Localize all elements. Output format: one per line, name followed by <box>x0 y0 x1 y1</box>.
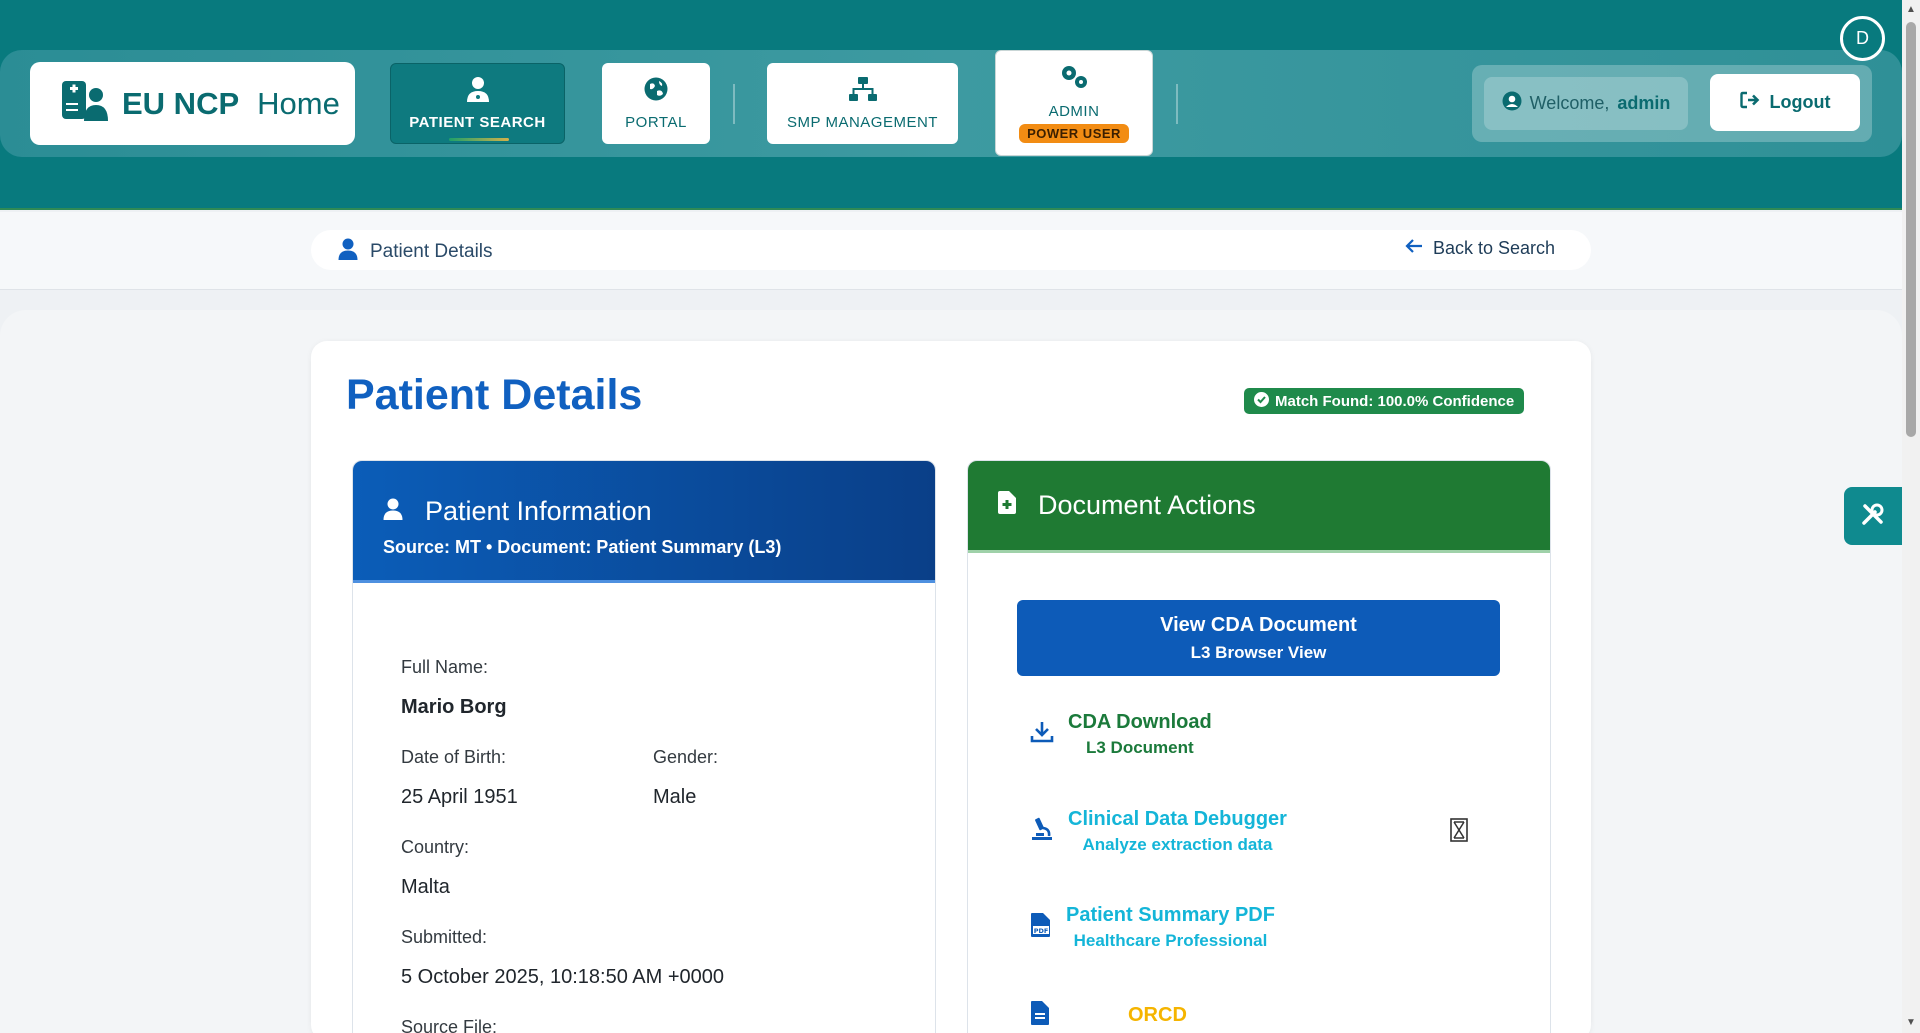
screwdriver-wrench-icon <box>1861 502 1885 531</box>
dob-value: 25 April 1951 <box>401 786 518 808</box>
page-title: Patient Details <box>346 371 643 419</box>
download-icon <box>1030 720 1054 749</box>
breadcrumb-current: Patient Details <box>338 238 493 266</box>
orcd-title: ORCD <box>1128 1004 1187 1026</box>
file-pdf-icon: PDF <box>1030 912 1052 943</box>
match-confidence-badge: Match Found: 100.0% Confidence <box>1244 388 1525 414</box>
sign-out-icon <box>1739 91 1760 114</box>
check-circle-icon <box>1254 391 1269 411</box>
gender-label: Gender: <box>653 747 719 767</box>
globe-icon <box>643 76 669 106</box>
view-cda-subtitle: L3 Browser View <box>1190 642 1327 662</box>
breadcrumb <box>311 230 1591 270</box>
hourglass-icon <box>1450 818 1468 847</box>
back-to-search-label: Back to Search <box>1433 238 1556 258</box>
nav-smp-management-label: SMP MANAGEMENT <box>787 114 938 131</box>
power-user-badge: POWER USER <box>1019 124 1129 143</box>
nav-smp-management[interactable]: SMP MANAGEMENT <box>767 63 958 144</box>
microscope-icon <box>1030 816 1054 847</box>
cda-download-button[interactable]: CDA Download L3 Document <box>1030 711 1212 758</box>
logout-button[interactable]: Logout <box>1710 74 1860 131</box>
nav-portal[interactable]: PORTAL <box>602 63 710 144</box>
arrow-left-icon <box>1405 238 1423 259</box>
avatar[interactable]: D <box>1840 16 1885 61</box>
brand-home-link[interactable]: EU NCP Home <box>30 62 355 145</box>
clinical-data-debugger-button[interactable]: Clinical Data Debugger Analyze extractio… <box>1030 808 1287 855</box>
username: admin <box>1617 93 1671 113</box>
view-cda-document-button[interactable]: View CDA Document L3 Browser View <box>1017 600 1500 676</box>
nav-divider <box>1176 84 1178 124</box>
document-actions-header: Document Actions <box>968 461 1550 553</box>
breadcrumb-label: Patient Details <box>370 241 493 262</box>
scroll-down-icon[interactable]: ▼ <box>1905 1017 1917 1029</box>
logout-label: Logout <box>1769 92 1831 112</box>
submitted-label: Submitted: <box>401 927 488 947</box>
scroll-up-icon[interactable]: ▲ <box>1905 4 1917 16</box>
cda-download-subtitle: L3 Document <box>1086 738 1194 757</box>
welcome-prefix: Welcome, <box>1529 93 1610 113</box>
nav-admin-label: ADMIN <box>1048 103 1100 120</box>
gender-value: Male <box>653 786 697 808</box>
view-cda-title: View CDA Document <box>1160 613 1357 636</box>
active-indicator <box>449 138 509 141</box>
orcd-button[interactable]: ORCD <box>1030 1000 1187 1031</box>
gears-icon <box>1058 63 1090 95</box>
document-actions-title: Document Actions <box>1038 490 1256 520</box>
brand-home-label: Home <box>257 85 340 121</box>
patient-information-title: Patient Information <box>425 496 652 526</box>
nav-admin[interactable]: ADMIN POWER USER <box>995 50 1153 156</box>
debugger-subtitle: Analyze extraction data <box>1082 835 1273 854</box>
source-file-label: Source File: <box>401 1017 498 1033</box>
nav-patient-search-label: PATIENT SEARCH <box>409 114 546 131</box>
dob-label: Date of Birth: <box>401 747 507 767</box>
submitted-value: 5 October 2025, 10:18:50 AM +0000 <box>401 966 725 988</box>
match-confidence-text: Match Found: 100.0% Confidence <box>1275 392 1515 410</box>
user-icon <box>338 238 358 266</box>
debugger-title: Clinical Data Debugger <box>1068 808 1287 830</box>
sitemap-icon <box>848 76 878 106</box>
nav-portal-label: PORTAL <box>625 114 687 131</box>
cda-download-title: CDA Download <box>1068 711 1212 733</box>
pdf-subtitle: Healthcare Professional <box>1073 931 1268 950</box>
full-name-value: Mario Borg <box>401 696 507 718</box>
file-icon <box>1030 1000 1050 1031</box>
back-to-search-link[interactable]: Back to Search <box>1405 238 1555 259</box>
file-medical-icon <box>998 490 1016 521</box>
patient-information-subtitle: Source: MT • Document: Patient Summary (… <box>383 537 782 557</box>
country-value: Malta <box>401 876 450 898</box>
tools-toggle-button[interactable] <box>1844 487 1902 545</box>
pdf-title: Patient Summary PDF <box>1066 904 1275 926</box>
scrollbar-thumb[interactable] <box>1906 22 1916 437</box>
welcome-message: Welcome, admin <box>1484 77 1688 130</box>
user-icon <box>383 496 403 527</box>
patient-summary-pdf-button[interactable]: PDF Patient Summary PDF Healthcare Profe… <box>1030 904 1275 951</box>
country-label: Country: <box>401 837 470 857</box>
brand-title: EU NCP <box>122 85 240 121</box>
user-doctor-icon <box>466 76 490 106</box>
full-name-label: Full Name: <box>401 657 489 677</box>
nav-divider <box>733 84 735 124</box>
user-circle-icon <box>1502 91 1522 116</box>
patient-information-header: Patient Information Source: MT • Documen… <box>353 461 935 583</box>
nav-patient-search[interactable]: PATIENT SEARCH <box>390 63 565 144</box>
svg-text:PDF: PDF <box>1034 927 1049 935</box>
medical-staff-icon <box>60 79 110 128</box>
